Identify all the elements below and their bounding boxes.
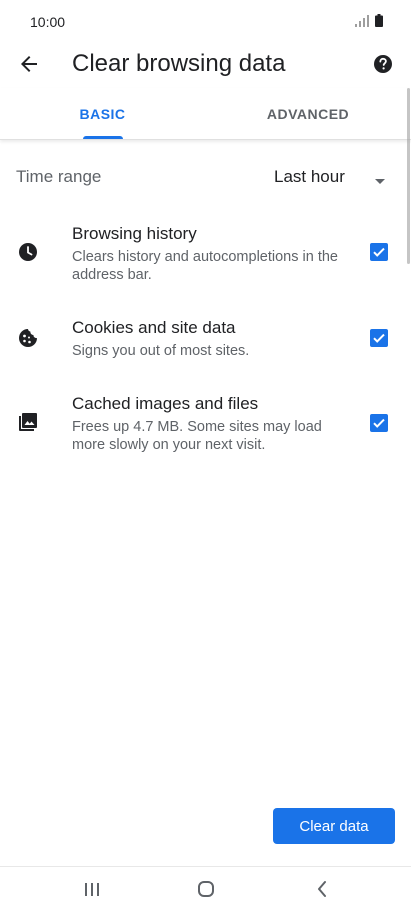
- cookies-checkbox[interactable]: [370, 329, 388, 347]
- system-nav-bar: [0, 866, 411, 914]
- option-browsing-history[interactable]: Browsing history Clears history and auto…: [0, 222, 411, 292]
- option-description: Frees up 4.7 MB. Some sites may load mor…: [72, 419, 322, 453]
- time-range-row: Time range Last hour: [0, 156, 411, 196]
- option-description: Clears history and autocompletions in th…: [72, 249, 338, 283]
- time-range-label: Time range: [16, 167, 102, 186]
- home-button[interactable]: [194, 879, 218, 903]
- time-range-dropdown[interactable]: Last hour: [260, 158, 400, 194]
- recent-apps-icon: [83, 881, 101, 902]
- cached-images-checkbox[interactable]: [370, 414, 388, 432]
- option-description: Signs you out of most sites.: [72, 343, 250, 359]
- cookie-icon: [16, 326, 40, 350]
- browsing-history-checkbox[interactable]: [370, 243, 388, 261]
- option-title: Cached images and files: [72, 394, 259, 413]
- help-button[interactable]: [369, 52, 397, 80]
- image-icon: [16, 410, 40, 434]
- option-cached-images[interactable]: Cached images and files Frees up 4.7 MB.…: [0, 392, 411, 462]
- option-cookies[interactable]: Cookies and site data Signs you out of m…: [0, 316, 411, 366]
- clear-data-button[interactable]: Clear data: [273, 808, 395, 844]
- tab-indicator: [83, 136, 123, 139]
- dropdown-arrow-icon: [374, 172, 386, 190]
- tab-advanced[interactable]: ADVANCED: [205, 88, 411, 140]
- back-nav-button[interactable]: [310, 879, 334, 903]
- tab-bar: BASIC ADVANCED: [0, 88, 411, 140]
- recent-apps-button[interactable]: [80, 879, 104, 903]
- status-time: 10:00: [30, 14, 66, 30]
- arrow-back-icon: [19, 54, 39, 79]
- option-title: Browsing history: [72, 224, 197, 243]
- page-title: Clear browsing data: [72, 50, 286, 77]
- signal-icon: [355, 14, 369, 32]
- status-bar: 10:00: [0, 0, 411, 44]
- app-bar: Clear browsing data: [0, 44, 411, 88]
- time-range-value: Last hour: [274, 167, 345, 186]
- status-icons: [355, 14, 383, 32]
- clock-icon: [16, 240, 40, 264]
- option-title: Cookies and site data: [72, 318, 236, 337]
- home-icon: [197, 880, 215, 903]
- help-icon: [373, 54, 393, 79]
- back-nav-icon: [316, 880, 328, 903]
- tab-basic[interactable]: BASIC: [0, 88, 205, 140]
- back-button[interactable]: [14, 51, 44, 81]
- battery-icon: [375, 14, 383, 32]
